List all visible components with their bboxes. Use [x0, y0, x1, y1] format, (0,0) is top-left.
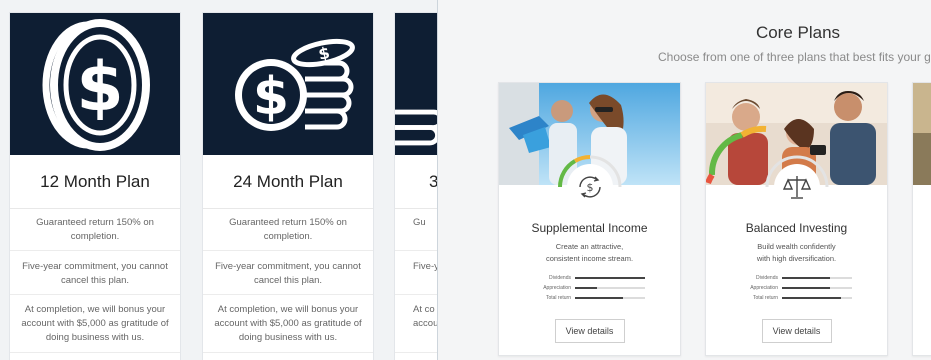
- metric-row: Dividends: [742, 273, 852, 283]
- plan-guarantee: Gu: [395, 209, 437, 251]
- core-plans-panel: Core Plans Choose from one of three plan…: [437, 0, 931, 360]
- plan-commitment: Five-year commitment, you cannot cancel …: [10, 251, 180, 295]
- metric-bar: [782, 277, 852, 279]
- core-card-partial[interactable]: [912, 82, 931, 356]
- plan-bonus: At co accou: [395, 295, 437, 353]
- core-card-balanced-investing[interactable]: Balanced Investing Build wealth confiden…: [705, 82, 888, 356]
- metric-label: Appreciation: [543, 285, 571, 291]
- metric-bar: [575, 277, 645, 279]
- metric-label: Appreciation: [750, 285, 778, 291]
- screenshot: $ 12 Month Plan Guaranteed return 150% o…: [0, 0, 931, 360]
- metric-fill: [782, 297, 841, 299]
- metric-bar: [575, 297, 645, 299]
- metric-fill: [782, 287, 830, 289]
- metrics: Dividends Appreciation Total return: [742, 273, 852, 303]
- plan-name: Balanced Investing: [745, 221, 848, 235]
- page-subtitle: Choose from one of three plans that best…: [658, 50, 931, 64]
- metric-row: Total return: [742, 293, 852, 303]
- core-card-supplemental-income[interactable]: $ Supplemental Income Create an attracti…: [498, 82, 681, 356]
- plan-description-line: with high diversification.: [756, 254, 837, 263]
- plan-description: Build wealth confidently with high diver…: [706, 241, 887, 265]
- plan-bonus-line: accou: [413, 318, 437, 329]
- plan-title: 3: [395, 155, 437, 209]
- metric-label: Dividends: [756, 275, 778, 281]
- metric-label: Dividends: [549, 275, 571, 281]
- view-details-button[interactable]: View details: [761, 319, 832, 343]
- landscape-photo: [913, 83, 931, 185]
- plan-bonus-line: At co: [413, 304, 435, 315]
- plan-name: Supplemental Income: [531, 221, 648, 235]
- coin-icon: $: [10, 13, 180, 155]
- metric-fill: [782, 277, 830, 279]
- svg-text:$: $: [76, 48, 123, 127]
- metric-row: Appreciation: [535, 283, 645, 293]
- svg-text:$: $: [253, 67, 289, 127]
- svg-text:$: $: [586, 181, 593, 194]
- metric-label: Total return: [752, 295, 778, 301]
- balance-scale-icon: [773, 164, 820, 210]
- plan-bonus: At completion, we will bonus your accoun…: [203, 295, 373, 353]
- metrics: Dividends Appreciation Total return: [535, 273, 645, 303]
- plan-card-24-month[interactable]: $ $ 24 Month Plan Guaranteed return 150%…: [202, 12, 374, 360]
- coin-stack-icon: $ $: [203, 13, 373, 155]
- page-title: Core Plans: [755, 23, 841, 42]
- plan-description: Create an attractive, consistent income …: [499, 241, 680, 265]
- plan-commitment: Five-year commitment, you cannot cancel …: [203, 251, 373, 295]
- plan-bonus: At completion, we will bonus your accoun…: [10, 295, 180, 353]
- plan-card-12-month[interactable]: $ 12 Month Plan Guaranteed return 150% o…: [9, 12, 181, 360]
- metric-row: Appreciation: [742, 283, 852, 293]
- plan-commitment: Five-y: [395, 251, 437, 295]
- metric-label: Total return: [545, 295, 571, 301]
- plan-description-line: consistent income stream.: [545, 254, 634, 263]
- plan-description-line: Build wealth confidently: [757, 242, 836, 251]
- plan-title: 12 Month Plan: [10, 155, 180, 209]
- plan-description-line: Create an attractive,: [555, 242, 624, 251]
- plan-card-partial[interactable]: 3 Gu Five-y At co accou: [394, 12, 437, 360]
- metric-bar: [575, 287, 645, 289]
- plan-title: 24 Month Plan: [203, 155, 373, 209]
- metric-row: Total return: [535, 293, 645, 303]
- coin-stack-icon: [395, 13, 437, 155]
- metric-row: Dividends: [535, 273, 645, 283]
- plan-guarantee: Guaranteed return 150% on completion.: [10, 209, 180, 251]
- plan-guarantee: Guaranteed return 150% on completion.: [203, 209, 373, 251]
- dollar-cycle-icon: $: [566, 164, 613, 210]
- plans-panel: $ 12 Month Plan Guaranteed return 150% o…: [0, 0, 437, 360]
- metric-fill: [575, 297, 623, 299]
- metric-bar: [782, 287, 852, 289]
- metric-bar: [782, 297, 852, 299]
- metric-fill: [575, 277, 645, 279]
- view-details-button[interactable]: View details: [554, 319, 625, 343]
- metric-fill: [575, 287, 598, 289]
